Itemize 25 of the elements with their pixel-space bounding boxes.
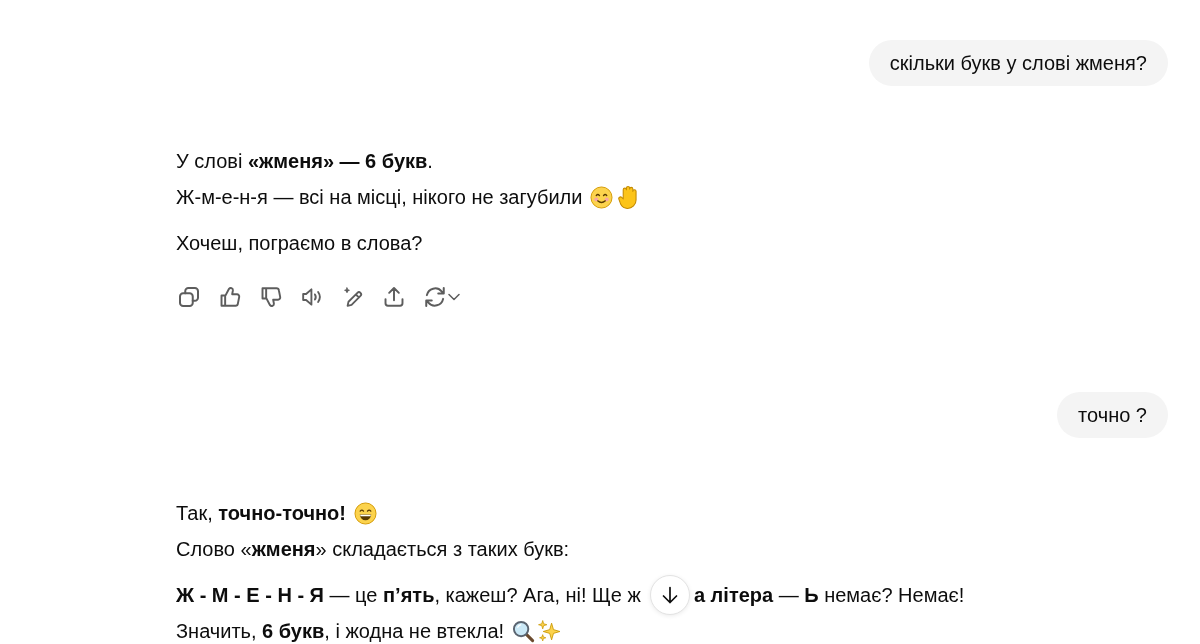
message-text: Ж-м-е-н-я — всі на місці, нікого не загубили bbox=[176, 185, 583, 209]
user-message-bubble: точно ? bbox=[1057, 392, 1168, 438]
raised-hand-icon bbox=[616, 185, 640, 209]
message-text: Хочеш, пограємо в слова? bbox=[176, 231, 423, 255]
message-text: а літера — Ь немає? Немає! bbox=[693, 583, 965, 607]
message-text: У слові «жменя» — 6 букв. bbox=[176, 149, 433, 173]
message-text: Ж - М - Е - Н - Я — це п’ять, кажеш? Ага, ні! Ще ж bbox=[176, 583, 641, 607]
scroll-down-button[interactable] bbox=[649, 575, 690, 615]
message-text: Слово «жменя» складається з таких букв: bbox=[176, 537, 570, 561]
refresh-icon bbox=[424, 287, 445, 307]
message-text: Значить, 6 букв, і жодна не втекла! bbox=[176, 619, 505, 643]
sparkles-icon bbox=[538, 619, 562, 643]
message-text: Так, точно-точно! bbox=[176, 501, 346, 525]
smiling-face-icon bbox=[590, 185, 614, 209]
speaker-icon bbox=[302, 287, 322, 307]
user-message-bubble: скільки букв у слові жменя? bbox=[868, 40, 1168, 86]
arrow-down-icon bbox=[661, 586, 678, 604]
magnifier-icon bbox=[512, 619, 536, 643]
copy-icon bbox=[179, 287, 199, 307]
pencil-sparkle-icon bbox=[343, 287, 363, 307]
grinning-face-icon bbox=[353, 501, 377, 525]
caret-icon bbox=[447, 293, 460, 301]
thumbs-up-icon bbox=[220, 287, 240, 307]
upload-icon bbox=[384, 287, 404, 307]
thumbs-down-icon bbox=[261, 287, 281, 307]
